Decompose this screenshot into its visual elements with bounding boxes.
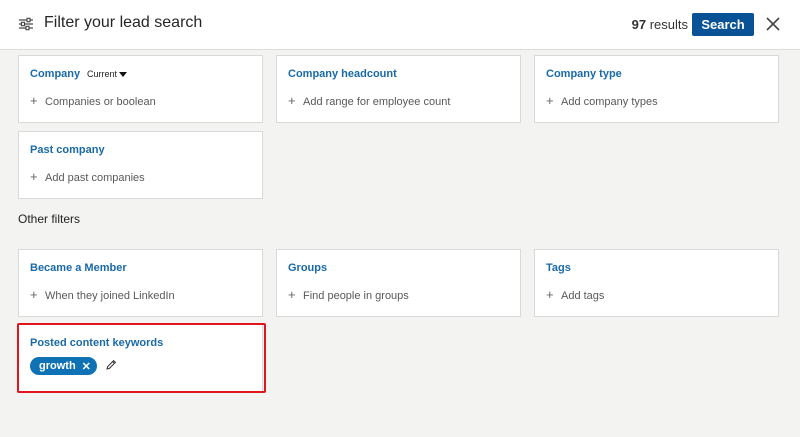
tags-add[interactable]: + Add tags [546,287,604,302]
sliders-icon [19,17,33,31]
company-add[interactable]: + Companies or boolean [30,93,156,108]
caret-down-icon [119,72,128,78]
company-type-add-text: Add company types [561,96,658,108]
highlight-box [17,323,266,393]
results-count: 97 results [606,17,688,32]
company-headcount-filter-card: Company headcount + Add range for employe… [276,55,521,123]
results-suffix: results [646,17,688,32]
filter-modal: Filter your lead search 97 results Searc… [0,0,800,437]
company-filter-label: Company [30,68,81,80]
company-add-text: Companies or boolean [45,96,156,108]
groups-label: Groups [288,262,328,274]
company-headcount-label: Company headcount [288,68,397,80]
plus-icon: + [30,169,38,184]
became-member-label: Became a Member [30,262,127,274]
company-headcount-add-text: Add range for employee count [303,96,451,108]
other-filters-heading: Other filters [18,212,81,226]
modal-title: Filter your lead search [44,14,203,31]
plus-icon: + [288,93,296,108]
past-company-add[interactable]: + Add past companies [30,169,145,184]
company-type-add[interactable]: + Add company types [546,93,658,108]
plus-icon: + [546,93,554,108]
became-member-filter-card: Became a Member + When they joined Linked… [18,249,263,317]
results-number: 97 [631,17,647,32]
plus-icon: + [30,287,38,302]
company-headcount-add[interactable]: + Add range for employee count [288,93,450,108]
search-button[interactable]: Search [692,13,754,36]
plus-icon: + [30,93,38,108]
tags-add-text: Add tags [561,290,605,302]
groups-filter-card: Groups + Find people in groups [276,249,521,317]
company-type-filter-card: Company type + Add company types [534,55,779,123]
company-filter-card: Company Current + Companies or boolean [18,55,263,123]
tags-filter-card: Tags + Add tags [534,249,779,317]
groups-add[interactable]: + Find people in groups [288,287,409,302]
groups-add-text: Find people in groups [303,290,409,302]
past-company-filter-card: Past company + Add past companies [18,131,263,199]
became-member-add[interactable]: + When they joined LinkedIn [30,287,175,302]
became-member-add-text: When they joined LinkedIn [45,290,175,302]
company-selector-value: Current [87,69,118,79]
company-type-label: Company type [546,68,622,80]
plus-icon: + [288,287,296,302]
plus-icon: + [546,287,554,302]
company-current-select[interactable]: Current [87,69,128,79]
close-icon[interactable] [765,16,781,32]
modal-header: Filter your lead search 97 results Searc… [0,0,800,50]
past-company-add-text: Add past companies [45,172,145,184]
tags-label: Tags [546,262,571,274]
past-company-label: Past company [30,144,105,156]
